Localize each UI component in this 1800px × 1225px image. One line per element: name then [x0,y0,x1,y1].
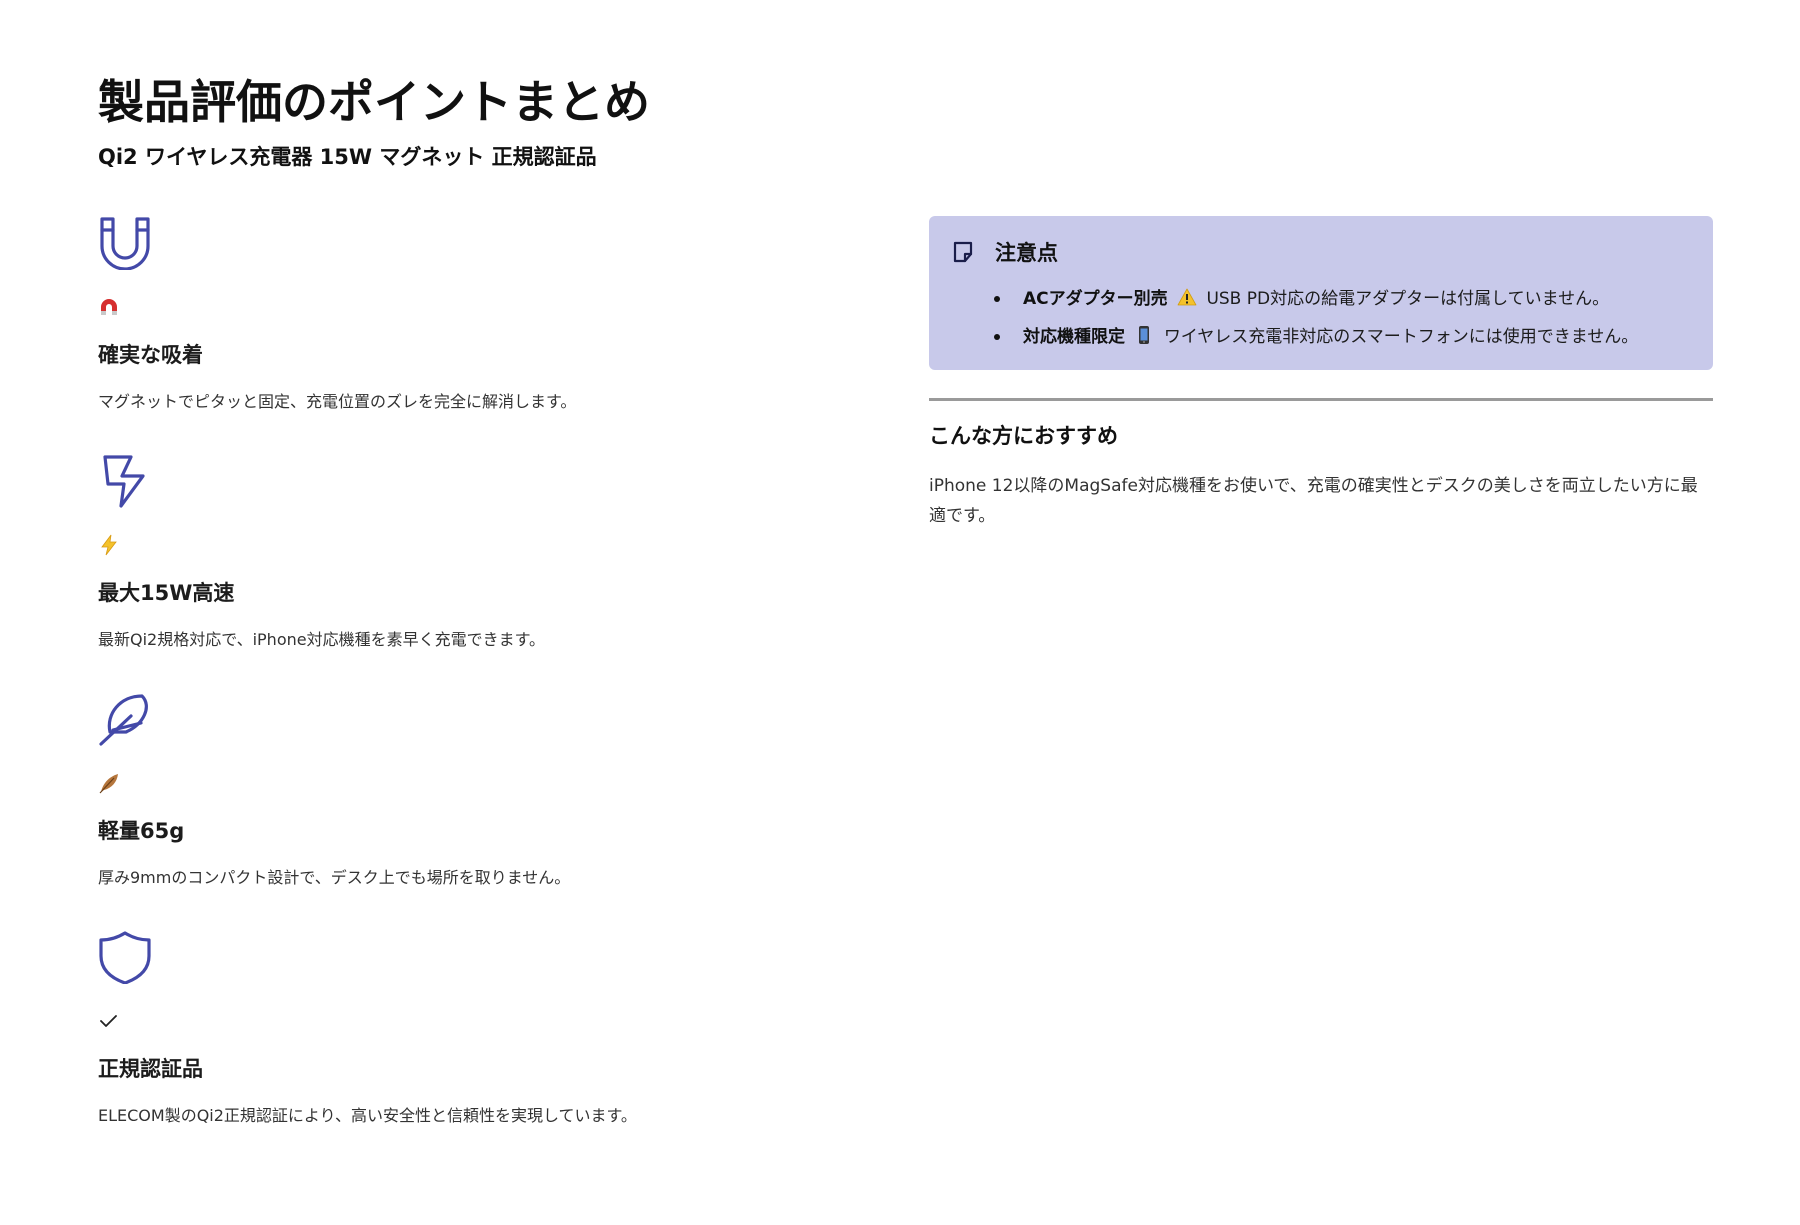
feature-description: ELECOM製のQi2正規認証により、高い安全性と信頼性を実現しています。 [98,1106,637,1125]
caution-list: ACアダプター別売 USB PD対応の給電アダプターは付属していません。 対応機… [951,280,1691,356]
list-item: ACアダプター別売 USB PD対応の給電アダプターは付属していません。 [994,280,1691,318]
right-column: 注意点 ACアダプター別売 USB PD対応の給電アダプターは付属していません。 [929,216,1713,531]
shield-icon [98,930,152,984]
caution-label: 対応機種限定 [1023,327,1125,347]
recommend-title: こんな方におすすめ [929,424,1118,448]
feature-title: 軽量65g [98,819,185,843]
list-item: 対応機種限定 ワイヤレス充電非対応のスマートフォンには使用できません。 [994,318,1691,356]
feature-description: 最新Qi2規格対応で、iPhone対応機種を素早く充電できます。 [98,630,545,649]
feature-description: マグネットでピタッと固定、充電位置のズレを完全に解消します。 [98,392,577,411]
feature-item: 軽量65g 厚み9mmのコンパクト設計で、デスク上でも場所を取りません。 [98,692,838,930]
check-mark-emoji [98,1010,122,1032]
page-title: 製品評価のポイントまとめ [98,75,650,129]
magnet-emoji [98,296,122,318]
divider [929,398,1713,401]
header: 製品評価のポイントまとめ Qi2 ワイヤレス充電器 15W マグネット 正規認証… [98,70,650,172]
feature-description: 厚み9mmのコンパクト設計で、デスク上でも場所を取りません。 [98,868,571,887]
page-subtitle: Qi2 ワイヤレス充電器 15W マグネット 正規認証品 [98,145,597,169]
feather-icon [98,692,152,746]
magnet-icon [98,216,152,270]
feature-item: 確実な吸着 マグネットでピタッと固定、充電位置のズレを完全に解消します。 [98,216,838,454]
warning-emoji [1177,287,1197,307]
feature-title: 最大15W高速 [98,581,235,605]
caution-label: ACアダプター別売 [1023,289,1168,309]
recommend-text: iPhone 12以降のMagSafe対応機種をお使いで、充電の確実性とデスクの… [929,476,1698,526]
lightning-icon [98,454,152,508]
mobile-phone-emoji [1134,325,1154,345]
callout-title: 注意点 [995,241,1058,265]
high-voltage-emoji [98,534,122,556]
feature-item: 最大15W高速 最新Qi2規格対応で、iPhone対応機種を素早く充電できます。 [98,454,838,692]
caution-callout: 注意点 ACアダプター別売 USB PD対応の給電アダプターは付属していません。 [929,216,1713,370]
feather-emoji [98,772,122,794]
feature-list: 確実な吸着 マグネットでピタッと固定、充電位置のズレを完全に解消します。 最大1… [98,216,838,1168]
caution-text: ワイヤレス充電非対応のスマートフォンには使用できません。 [1163,327,1639,347]
caution-text: USB PD対応の給電アダプターは付属していません。 [1206,289,1610,309]
feature-item: 正規認証品 ELECOM製のQi2正規認証により、高い安全性と信頼性を実現してい… [98,930,838,1168]
feature-title: 正規認証品 [98,1057,203,1081]
page: 製品評価のポイントまとめ Qi2 ワイヤレス充電器 15W マグネット 正規認証… [0,0,1800,1225]
feature-title: 確実な吸着 [98,343,203,367]
note-icon [951,240,975,264]
callout-header: 注意点 [951,234,1691,270]
